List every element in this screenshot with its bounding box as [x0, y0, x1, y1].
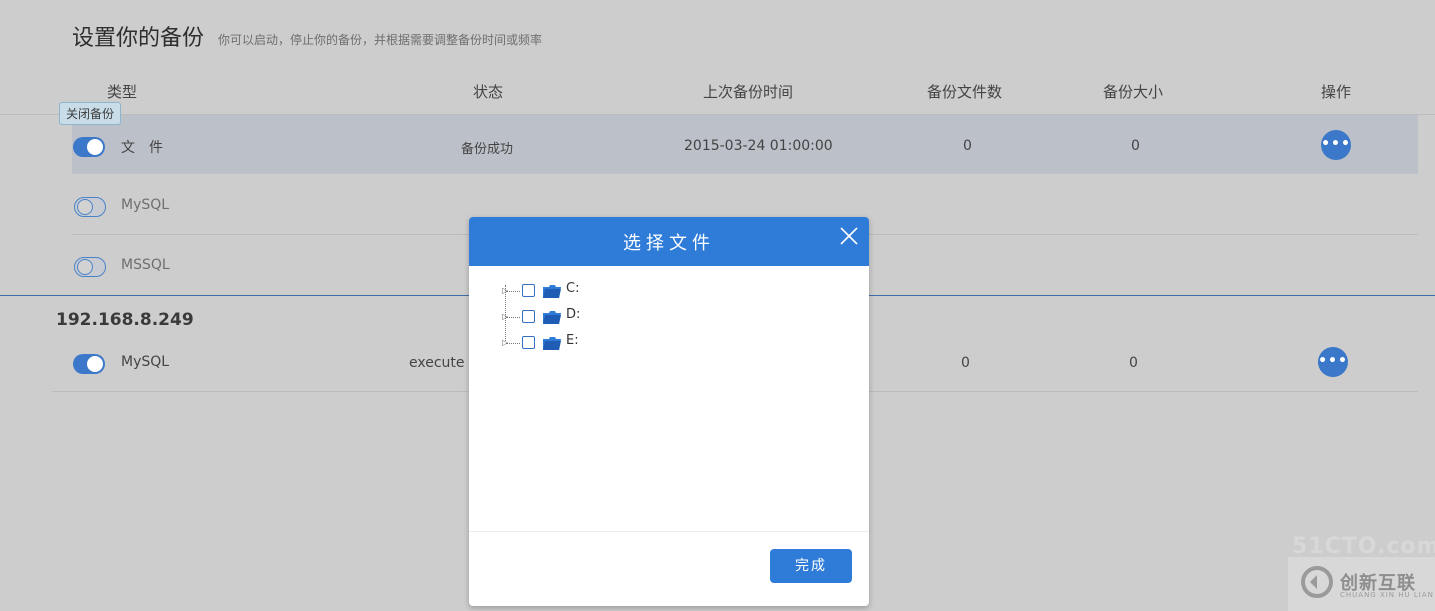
watermark-logo: 创新互联 CHUANG XIN HU LIAN: [1288, 557, 1435, 611]
tree-connector: [506, 317, 520, 318]
toggle-tooltip: 关闭备份: [59, 102, 122, 125]
row-type: MSSQL: [121, 257, 170, 273]
close-icon[interactable]: [839, 226, 859, 246]
backup-toggle[interactable]: [74, 257, 106, 277]
more-actions-button[interactable]: •••: [1321, 130, 1351, 160]
column-header-last-backup: 上次备份时间: [703, 83, 794, 101]
done-button[interactable]: 完成: [770, 549, 852, 583]
folder-icon: [543, 285, 561, 298]
column-header-status: 状态: [473, 83, 504, 101]
tree-connector: [506, 291, 520, 292]
column-header-file-count: 备份文件数: [927, 83, 1003, 101]
column-header-type: 类型: [107, 83, 138, 101]
dialog-header: 选择文件: [469, 217, 869, 266]
tree-connector: [506, 343, 520, 344]
column-header-size: 备份大小: [1103, 83, 1164, 101]
drive-label[interactable]: C:: [566, 281, 579, 296]
column-header-actions: 操作: [1321, 83, 1352, 101]
row-size: 0: [1129, 355, 1138, 371]
row-type: MySQL: [121, 197, 170, 213]
drive-checkbox[interactable]: [522, 284, 535, 297]
page-title: 设置你的备份: [72, 26, 205, 51]
host-title: 192.168.8.249: [56, 310, 194, 330]
drive-checkbox[interactable]: [522, 336, 535, 349]
dialog-title: 选择文件: [623, 233, 715, 254]
backup-toggle[interactable]: [73, 137, 105, 157]
watermark-site: 51CTO.com: [1292, 534, 1435, 559]
backup-toggle[interactable]: [73, 354, 105, 374]
row-status: 备份成功: [461, 142, 514, 157]
row-status: execute r: [409, 355, 475, 371]
row-file-count: 0: [961, 355, 970, 371]
folder-icon: [543, 337, 561, 350]
backup-toggle[interactable]: [74, 197, 106, 217]
drive-checkbox[interactable]: [522, 310, 535, 323]
row-type: MySQL: [121, 354, 170, 370]
row-size: 0: [1131, 138, 1140, 154]
brand-logo-icon: [1301, 566, 1333, 598]
watermark-brand-en: CHUANG XIN HU LIAN: [1340, 591, 1434, 599]
folder-icon: [543, 311, 561, 324]
row-file-count: 0: [963, 138, 972, 154]
more-actions-button[interactable]: •••: [1318, 347, 1348, 377]
select-file-dialog: 选择文件 ▷ C: ▷ D: ▷ E: 完成: [469, 217, 869, 606]
drive-label[interactable]: E:: [566, 333, 579, 348]
dialog-footer-divider: [469, 531, 869, 532]
drive-label[interactable]: D:: [566, 307, 580, 322]
row-type: 文 件: [121, 140, 163, 156]
page-subtitle: 你可以启动，停止你的备份，并根据需要调整备份时间或频率: [218, 33, 543, 47]
row-last-backup: 2015-03-24 01:00:00: [684, 138, 833, 154]
